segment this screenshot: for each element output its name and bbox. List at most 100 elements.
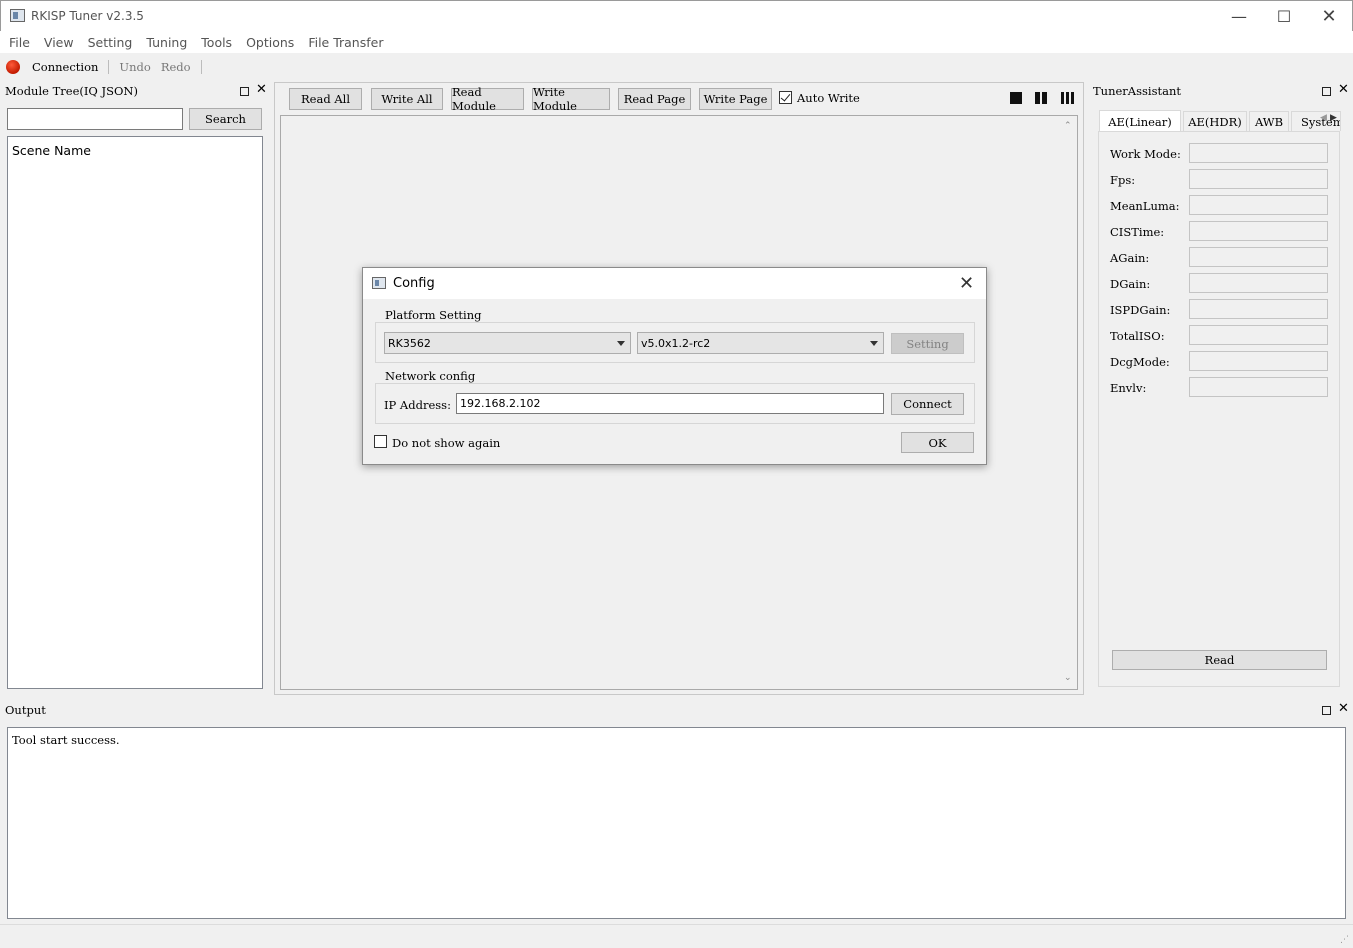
close-panel-icon[interactable]: ✕	[1338, 83, 1349, 96]
dgain-field	[1189, 273, 1328, 293]
ispdgain-label: ISPDGain:	[1110, 303, 1171, 317]
ispdgain-field	[1189, 299, 1328, 319]
close-panel-icon[interactable]: ✕	[1338, 702, 1349, 715]
menu-bar: File View Setting Tuning Tools Options F…	[0, 31, 1353, 53]
version-select-value: v5.0x1.2-rc2	[641, 336, 711, 350]
output-panel-header: Output ✕	[0, 701, 1353, 719]
ip-address-label: IP Address:	[384, 398, 451, 412]
mean-luma-field	[1189, 195, 1328, 215]
dialog-close-icon[interactable]: ✕	[959, 273, 974, 294]
tab-scroll-left-icon[interactable]: ◀	[1320, 113, 1327, 123]
tab-scroll-right-icon[interactable]: ▶	[1330, 113, 1337, 123]
platform-select-value: RK3562	[388, 336, 431, 350]
tab-awb[interactable]: AWB	[1249, 111, 1289, 131]
close-icon[interactable]: ✕	[1306, 1, 1352, 31]
resize-grip-icon[interactable]: ⋰	[1340, 935, 1349, 945]
redo-button[interactable]: Redo	[161, 60, 191, 74]
mean-luma-label: MeanLuma:	[1110, 199, 1180, 213]
do-not-show-again-label: Do not show again	[392, 436, 501, 450]
toolbar: Connection Undo Redo	[0, 56, 1353, 78]
connection-button[interactable]: Connection	[32, 60, 98, 74]
layout-triple-icon[interactable]	[1061, 92, 1075, 104]
total-iso-label: TotalISO:	[1110, 329, 1165, 343]
float-panel-icon[interactable]	[240, 87, 249, 96]
auto-write-label: Auto Write	[797, 91, 860, 105]
tuner-assistant-title: TunerAssistant	[1093, 84, 1181, 98]
ip-address-value: 192.168.2.102	[460, 397, 541, 410]
total-iso-field	[1189, 325, 1328, 345]
minimize-icon[interactable]: —	[1216, 1, 1262, 31]
work-mode-field	[1189, 143, 1328, 163]
menu-options[interactable]: Options	[241, 35, 299, 50]
envlv-label: Envlv:	[1110, 381, 1147, 395]
module-tree[interactable]: Scene Name	[7, 136, 263, 689]
tree-header-scene-name: Scene Name	[12, 143, 91, 158]
cis-time-field	[1189, 221, 1328, 241]
version-select[interactable]: v5.0x1.2-rc2	[637, 332, 884, 354]
ip-address-input[interactable]: 192.168.2.102	[456, 393, 884, 414]
output-log[interactable]: Tool start success.	[7, 727, 1346, 919]
menu-view[interactable]: View	[39, 35, 79, 50]
write-module-button[interactable]: Write Module	[532, 85, 610, 113]
output-title: Output	[5, 703, 46, 717]
maximize-icon[interactable]: ☐	[1261, 1, 1307, 31]
fps-field	[1189, 169, 1328, 189]
close-panel-icon[interactable]: ✕	[256, 83, 267, 96]
tab-ae-hdr[interactable]: AE(HDR)	[1183, 111, 1247, 131]
status-bar: ⋰	[0, 924, 1353, 948]
search-button[interactable]: Search	[189, 108, 262, 130]
again-field	[1189, 247, 1328, 267]
output-log-text: Tool start success.	[12, 733, 120, 747]
read-module-button[interactable]: Read Module	[451, 85, 524, 113]
layout-double-icon[interactable]	[1035, 92, 1048, 104]
cis-time-label: CISTime:	[1110, 225, 1165, 239]
menu-file-transfer[interactable]: File Transfer	[303, 35, 388, 50]
ok-button[interactable]: OK	[901, 432, 974, 453]
menu-file[interactable]: File	[4, 35, 35, 50]
write-page-button[interactable]: Write Page	[699, 88, 772, 110]
read-page-button[interactable]: Read Page	[618, 88, 691, 110]
toolbar-separator	[200, 60, 202, 74]
auto-write-checkbox[interactable]	[779, 91, 792, 104]
platform-setting-title: Platform Setting	[382, 308, 485, 322]
dialog-titlebar: Config ✕	[363, 268, 986, 299]
network-config-title: Network config	[382, 369, 479, 383]
tuner-read-button[interactable]: Read	[1112, 650, 1327, 670]
vertical-scrollbar[interactable]: ⌃ ⌄	[1061, 117, 1077, 688]
dgain-label: DGain:	[1110, 277, 1151, 291]
write-all-button[interactable]: Write All	[371, 88, 443, 110]
menu-tuning[interactable]: Tuning	[141, 35, 192, 50]
fps-label: Fps:	[1110, 173, 1136, 187]
module-tree-title: Module Tree(IQ JSON)	[5, 84, 138, 98]
read-all-button[interactable]: Read All	[289, 88, 362, 110]
do-not-show-again-checkbox[interactable]	[374, 435, 387, 448]
scroll-up-icon[interactable]: ⌃	[1064, 121, 1072, 131]
work-mode-label: Work Mode:	[1110, 147, 1181, 161]
dcg-mode-field	[1189, 351, 1328, 371]
window-title: RKISP Tuner v2.3.5	[31, 9, 144, 23]
tab-ae-linear[interactable]: AE(Linear)	[1099, 110, 1181, 132]
undo-button[interactable]: Undo	[119, 60, 150, 74]
envlv-field	[1189, 377, 1328, 397]
menu-setting[interactable]: Setting	[83, 35, 138, 50]
app-icon	[10, 9, 25, 22]
search-input[interactable]	[7, 108, 183, 130]
dialog-app-icon	[372, 277, 386, 289]
chevron-down-icon	[870, 341, 878, 346]
connect-button[interactable]: Connect	[891, 393, 964, 415]
config-dialog: Config ✕ Platform Setting RK3562 v5.0x1.…	[362, 267, 987, 465]
connection-status-icon[interactable]	[6, 60, 20, 74]
window-titlebar: RKISP Tuner v2.3.5 — ☐ ✕	[0, 0, 1353, 31]
chevron-down-icon	[617, 341, 625, 346]
float-panel-icon[interactable]	[1322, 87, 1331, 96]
setting-button[interactable]: Setting	[891, 333, 964, 354]
scroll-down-icon[interactable]: ⌄	[1064, 673, 1072, 683]
dcg-mode-label: DcgMode:	[1110, 355, 1170, 369]
dialog-title: Config	[393, 276, 435, 291]
toolbar-separator	[108, 60, 110, 74]
platform-select[interactable]: RK3562	[384, 332, 631, 354]
layout-single-icon[interactable]	[1010, 92, 1022, 104]
float-panel-icon[interactable]	[1322, 706, 1331, 715]
again-label: AGain:	[1110, 251, 1150, 265]
menu-tools[interactable]: Tools	[196, 35, 237, 50]
